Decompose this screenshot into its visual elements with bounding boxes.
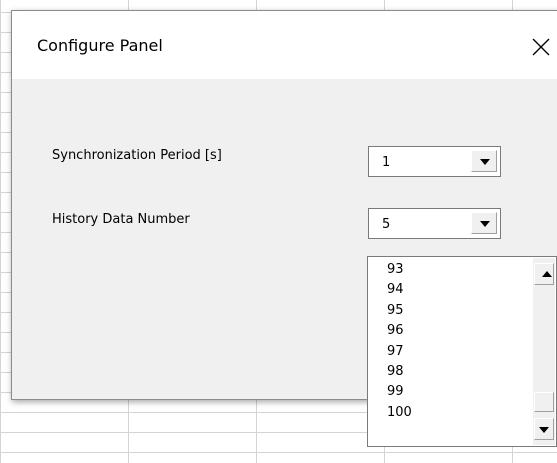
sync-period-combobox[interactable]: 1 [368,146,501,177]
history-number-value: 5 [382,217,391,232]
sync-period-label: Synchronization Period [s] [52,148,222,163]
history-number-label: History Data Number [52,212,190,227]
dropdown-scrollbar[interactable] [533,258,555,445]
chevron-down-icon [480,159,490,165]
chevron-down-icon [480,221,490,227]
sync-period-dropdown-button[interactable] [471,150,497,172]
history-number-dropdown-list: 93 94 95 96 97 98 99 100 [367,256,557,447]
list-item[interactable]: 98 [368,362,532,382]
dialog-titlebar: Configure Panel [12,11,557,79]
list-item[interactable]: 100 [368,403,532,423]
scroll-thumb[interactable] [534,392,554,412]
list-item[interactable]: 93 [368,260,532,280]
list-item[interactable]: 94 [368,280,532,300]
scroll-down-button[interactable] [534,418,554,440]
list-item[interactable]: 95 [368,301,532,321]
scroll-up-button[interactable] [534,263,554,285]
list-item[interactable]: 97 [368,342,532,362]
history-number-combobox[interactable]: 5 [368,208,501,239]
scroll-down-arrow-icon [539,427,549,433]
scroll-up-arrow-icon [542,271,552,277]
close-button[interactable] [524,31,557,63]
sync-period-value: 1 [382,155,391,170]
list-item[interactable]: 96 [368,321,532,341]
history-number-dropdown-button[interactable] [471,212,497,234]
close-icon [532,38,550,56]
dropdown-options: 93 94 95 96 97 98 99 100 [368,260,532,423]
dialog-title: Configure Panel [37,36,163,55]
list-item[interactable]: 99 [368,382,532,402]
